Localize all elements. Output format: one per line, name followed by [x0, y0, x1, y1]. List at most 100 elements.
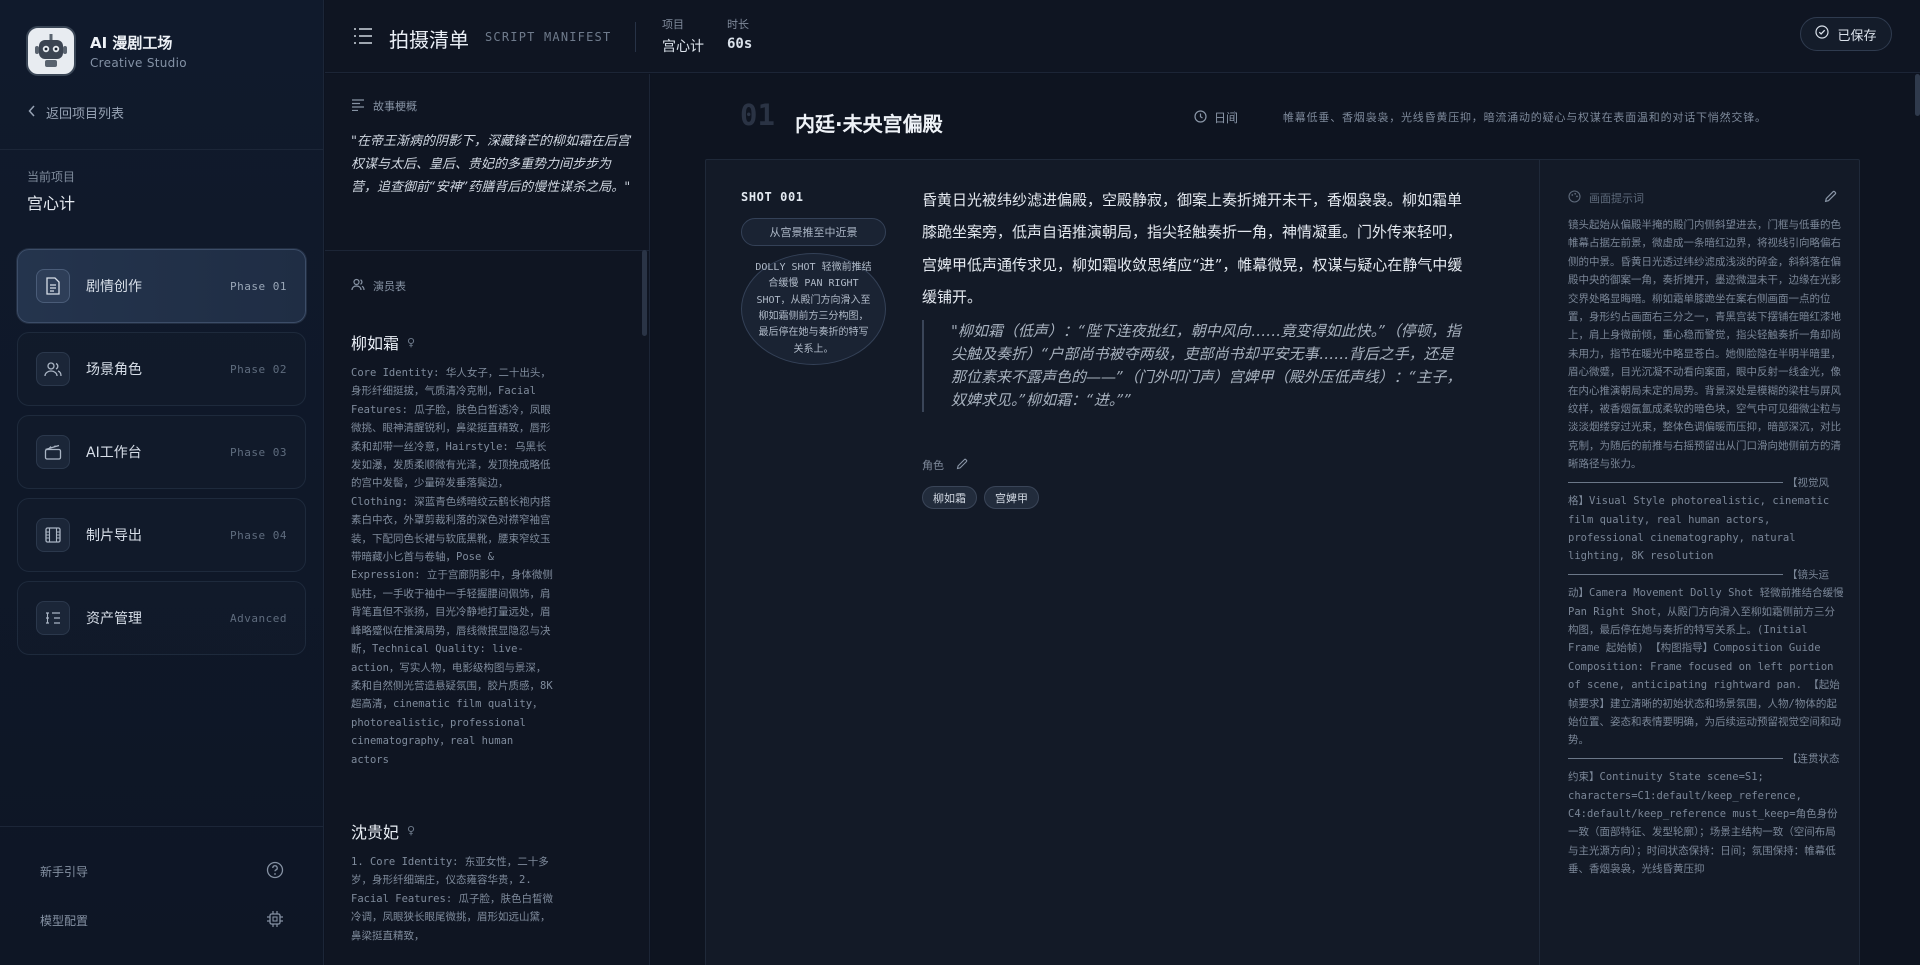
model-config-label: 模型配置: [40, 914, 89, 928]
actor-name-row: 柳如霜 ♀: [351, 330, 621, 354]
section-rule: [1568, 482, 1783, 484]
guide-label: 新手引导: [40, 865, 89, 879]
synopsis-label: 故事梗概: [373, 100, 417, 113]
roles-label: 角色: [922, 459, 944, 472]
list-icon: [36, 601, 70, 635]
shot-card: SHOT 001 从宫景推至中近景 DOLLY SHOT 轻微前推结合缓慢 PA…: [705, 159, 1860, 965]
story-panel: 故事梗概 "在帝王渐病的阴影下，深藏锋芒的柳如霜在后宫权谋与太后、皇后、贵妃的多…: [325, 74, 650, 965]
synopsis-text: "在帝王渐病的阴影下，深藏锋芒的柳如霜在后宫权谋与太后、皇后、贵妃的多重势力间步…: [351, 134, 631, 195]
main-scrollbar[interactable]: [1915, 74, 1920, 116]
brand: AI 漫剧工场 Creative Studio: [26, 26, 187, 76]
help-icon: [266, 861, 284, 882]
scene-time: 日间: [1194, 109, 1238, 126]
model-config-link[interactable]: 模型配置: [40, 910, 284, 931]
sidebar-footer: 新手引导 模型配置: [0, 826, 324, 965]
users-icon: [36, 352, 70, 386]
menu-icon[interactable]: [353, 27, 373, 49]
nav-phase: Advanced: [230, 611, 287, 625]
prompt-section-text: 【连贯状态约束】Continuity State scene=S1; chara…: [1568, 752, 1840, 876]
nav-item-scenes[interactable]: 场景角色 Phase 02: [17, 332, 306, 406]
prompt-section-text: 【镜头运动】Camera Movement Dolly Shot 轻微前推结合缓…: [1568, 568, 1844, 747]
brand-subtitle: Creative Studio: [90, 56, 187, 70]
actor-description: Core Identity: 华人女子，二十出头，身形纤细挺拔，气质清冷克制，F…: [351, 367, 553, 766]
role-tags: 柳如霜 宫婢甲: [922, 486, 1039, 509]
sidebar: AI 漫剧工场 Creative Studio 返回项目列表 当前项目 宫心计 …: [0, 0, 324, 965]
visual-prompt-panel: 画面提示词 镜头起始从偏殿半掩的殿门内侧斜望进去，门框与低垂的色帷幕占据左前景，…: [1539, 160, 1861, 965]
page-subtitle: SCRIPT MANIFEST: [485, 30, 612, 44]
actor-description: 1. Core Identity: 东亚女性，二十多岁，身形纤细端庄，仪态雍容华…: [351, 855, 553, 942]
cast-section: 演员表 柳如霜 ♀ Core Identity: 华人女子，二十出头，身形纤细挺…: [351, 278, 621, 945]
prompt-section: 【镜头运动】Camera Movement Dolly Shot 轻微前推结合缓…: [1568, 566, 1844, 750]
pencil-icon[interactable]: [956, 458, 968, 473]
nav-phase: Phase 03: [230, 445, 287, 459]
nav-label: 资产管理: [86, 611, 142, 627]
cast-heading: 演员表: [351, 278, 621, 294]
users-icon: [351, 278, 365, 294]
cast-label: 演员表: [373, 280, 406, 293]
prompt-section-text: 【视觉风格】Visual Style photorealistic, cinem…: [1568, 476, 1830, 563]
scene-title: 内廷·未央宫偏殿: [795, 112, 943, 136]
clock-icon: [1194, 109, 1207, 126]
check-circle-icon: [1815, 25, 1830, 43]
nav-label: 剧情创作: [86, 279, 142, 295]
shot-narration: 昏黄日光被纬纱滤进偏殿，空殿静寂，御案上奏折摊开未干，香烟袅袅。柳如霜单膝跪坐案…: [922, 191, 1463, 307]
duration-meta-label: 时长: [727, 18, 749, 31]
saved-label: 已保存: [1837, 28, 1877, 44]
actor-name-row: 沈贵妃 ♀: [351, 819, 621, 843]
prompt-section: 【视觉风格】Visual Style photorealistic, cinem…: [1568, 474, 1844, 566]
nav-label: 场景角色: [86, 362, 142, 378]
brand-title: AI 漫剧工场: [90, 34, 173, 52]
female-icon: ♀: [407, 335, 416, 349]
text-lines-icon: [351, 98, 365, 114]
section-rule: [1568, 758, 1783, 760]
nav-item-ai-workbench[interactable]: AI工作台 Phase 03: [17, 415, 306, 489]
main-scroll-track: [1914, 74, 1920, 965]
prompt-title: 画面提示词: [1568, 190, 1644, 206]
actor-name: 沈贵妃: [351, 822, 400, 842]
current-project-label: 当前项目: [27, 170, 76, 184]
synopsis-section: 故事梗概 "在帝王渐病的阴影下，深藏锋芒的柳如霜在后宫权谋与太后、皇后、贵妃的多…: [351, 98, 636, 199]
actor-card[interactable]: 柳如霜 ♀ Core Identity: 华人女子，二十出头，身形纤细挺拔，气质…: [351, 330, 621, 769]
robot-logo-icon: [26, 26, 76, 76]
chevron-left-icon: [28, 104, 36, 121]
shot-dialogue: "柳如霜（低声）：“陛下连夜批红，朝中风向……竟变得如此快。”（停顿，指尖触及奏…: [922, 320, 1467, 412]
project-meta-value: 宫心计: [662, 39, 704, 55]
nav-item-story[interactable]: 剧情创作 Phase 01: [17, 249, 306, 323]
scene-mood: 帷幕低垂、香烟袅袅，光线昏黄压抑，暗流涌动的疑心与权谋在表面温和的对话下悄然交锋…: [1283, 111, 1767, 124]
role-tag[interactable]: 柳如霜: [922, 486, 977, 509]
page-title: 拍摄清单: [389, 28, 469, 52]
nav-label: AI工作台: [86, 445, 142, 461]
section-rule: [1568, 574, 1783, 576]
prompt-intro: 镜头起始从偏殿半掩的殿门内侧斜望进去，门框与低垂的色帷幕占据左前景，微虚成一条暗…: [1568, 219, 1841, 471]
pencil-icon[interactable]: [1824, 190, 1837, 206]
actor-name: 柳如霜: [351, 334, 400, 353]
document-icon: [36, 269, 70, 303]
scene-header: 01 内廷·未央宫偏殿 日间 帷幕低垂、香烟袅袅，光线昏黄压抑，暗流涌动的疑心与…: [651, 74, 1920, 160]
camera-move-tag[interactable]: 从宫景推至中近景: [741, 218, 886, 246]
clapperboard-icon: [36, 435, 70, 469]
role-tag[interactable]: 宫婢甲: [984, 486, 1039, 509]
current-project-name: 宫心计: [27, 194, 76, 213]
guide-link[interactable]: 新手引导: [40, 861, 284, 882]
top-header: 拍摄清单 SCRIPT MANIFEST 项目 宫心计 时长 60s 已保存: [325, 0, 1920, 73]
actor-card[interactable]: 沈贵妃 ♀ 1. Core Identity: 东亚女性，二十多岁，身形纤细端庄…: [351, 819, 621, 945]
back-to-projects-link[interactable]: 返回项目列表: [28, 103, 124, 122]
nav-item-assets[interactable]: 资产管理 Advanced: [17, 581, 306, 655]
film-icon: [36, 518, 70, 552]
scene-meta-separator: [1234, 111, 1235, 123]
duration-meta-value: 60s: [727, 36, 753, 52]
shot-id: SHOT 001: [741, 190, 804, 204]
nav-phase: Phase 01: [230, 279, 287, 293]
camera-description: DOLLY SHOT 轻微前推结合缓慢 PAN RIGHT SHOT，从殿门方向…: [741, 253, 886, 365]
chip-icon: [266, 910, 284, 931]
female-icon: ♀: [407, 824, 416, 838]
header-separator: [635, 22, 636, 52]
saved-status-button[interactable]: 已保存: [1800, 17, 1892, 51]
project-meta-label: 项目: [662, 18, 684, 31]
scene-panel: 01 内廷·未央宫偏殿 日间 帷幕低垂、香烟袅袅，光线昏黄压抑，暗流涌动的疑心与…: [651, 74, 1920, 965]
scene-number: 01: [740, 98, 775, 132]
story-divider: [325, 250, 649, 251]
nav-item-export[interactable]: 制片导出 Phase 04: [17, 498, 306, 572]
cast-scrollbar[interactable]: [642, 250, 647, 336]
nav-phase: Phase 02: [230, 362, 287, 376]
